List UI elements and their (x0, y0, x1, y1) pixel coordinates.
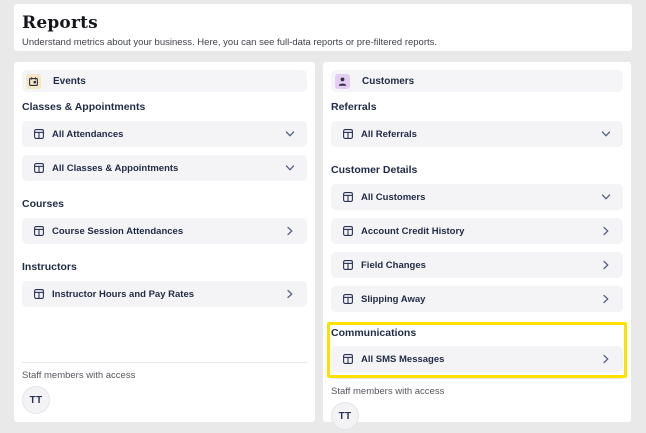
table-icon (343, 260, 353, 270)
table-icon (343, 226, 353, 236)
section-heading-instructors: Instructors (22, 262, 307, 273)
events-card: Events Classes & Appointments All Attend… (14, 62, 315, 422)
staff-access-label: Staff members with access (331, 386, 623, 397)
events-card-footer: Staff members with access TT (22, 362, 307, 414)
page-subtitle: Understand metrics about your business. … (22, 37, 624, 48)
report-columns: Events Classes & Appointments All Attend… (14, 62, 631, 422)
section-heading-customer-details: Customer Details (331, 165, 623, 176)
chevron-down-icon (285, 129, 295, 139)
chevron-right-icon (285, 289, 295, 299)
report-row-course-session-attendances[interactable]: Course Session Attendances (22, 218, 307, 244)
customers-card: Customers Referrals All Referrals Custom… (323, 62, 631, 422)
chevron-right-icon (285, 226, 295, 236)
staff-avatar: TT (331, 402, 359, 430)
report-row-label: Instructor Hours and Pay Rates (52, 289, 194, 300)
section-heading-classes-appointments: Classes & Appointments (22, 102, 307, 113)
section-heading-communications: Communications (331, 328, 623, 339)
report-row-field-changes[interactable]: Field Changes (331, 252, 623, 278)
chevron-right-icon (601, 354, 611, 364)
report-row-account-credit-history[interactable]: Account Credit History (331, 218, 623, 244)
report-row-slipping-away[interactable]: Slipping Away (331, 286, 623, 312)
report-row-all-referrals[interactable]: All Referrals (331, 121, 623, 147)
events-card-header: Events (22, 70, 307, 92)
chevron-right-icon (601, 260, 611, 270)
chevron-right-icon (601, 226, 611, 236)
report-row-instructor-hours-pay-rates[interactable]: Instructor Hours and Pay Rates (22, 281, 307, 307)
table-icon (34, 129, 44, 139)
communications-highlight-box: Communications All SMS Messages (327, 322, 627, 378)
chevron-right-icon (601, 294, 611, 304)
calendar-icon (26, 74, 41, 89)
chevron-down-icon (601, 129, 611, 139)
table-icon (343, 294, 353, 304)
report-row-label: Field Changes (361, 260, 426, 271)
report-row-label: Slipping Away (361, 294, 425, 305)
section-heading-referrals: Referrals (331, 102, 623, 113)
section-heading-courses: Courses (22, 199, 307, 210)
customers-card-header: Customers (331, 70, 623, 92)
table-icon (34, 163, 44, 173)
table-icon (343, 129, 353, 139)
report-row-all-sms-messages[interactable]: All SMS Messages (331, 346, 623, 372)
table-icon (343, 192, 353, 202)
customers-card-title: Customers (362, 76, 414, 87)
report-row-all-classes-appointments[interactable]: All Classes & Appointments (22, 155, 307, 181)
customers-card-footer: Staff members with access TT (331, 378, 623, 430)
page-header: Reports Understand metrics about your bu… (14, 4, 632, 51)
table-icon (34, 289, 44, 299)
report-row-label: All Customers (361, 192, 425, 203)
report-row-label: All Referrals (361, 129, 417, 140)
report-row-all-attendances[interactable]: All Attendances (22, 121, 307, 147)
person-icon (335, 74, 350, 89)
report-row-label: All Attendances (52, 129, 123, 140)
chevron-down-icon (601, 192, 611, 202)
staff-access-label: Staff members with access (22, 370, 307, 381)
chevron-down-icon (285, 163, 295, 173)
page-title: Reports (22, 15, 624, 32)
staff-avatar: TT (22, 386, 50, 414)
report-row-label: All SMS Messages (361, 354, 444, 365)
table-icon (34, 226, 44, 236)
report-row-label: Course Session Attendances (52, 226, 183, 237)
table-icon (343, 354, 353, 364)
report-row-label: All Classes & Appointments (52, 163, 178, 174)
report-row-all-customers[interactable]: All Customers (331, 184, 623, 210)
events-card-title: Events (53, 76, 86, 87)
report-row-label: Account Credit History (361, 226, 464, 237)
